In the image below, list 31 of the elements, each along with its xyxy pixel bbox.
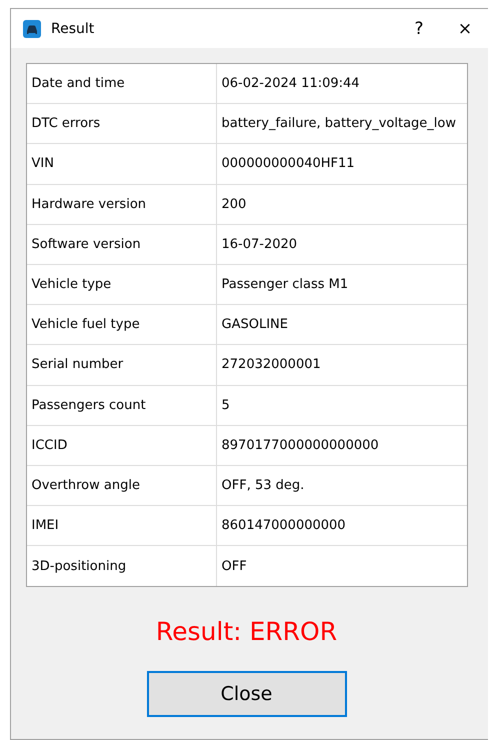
help-button[interactable]: ?: [396, 9, 442, 48]
table-cell: battery_failure, battery_voltage_low: [216, 104, 466, 144]
table-cell: 06-02-2024 11:09:44: [216, 64, 466, 104]
table-cell: Vehicle type: [26, 264, 216, 306]
table-cell: 3D-positioning: [26, 546, 216, 586]
table-cell: Overthrow angle: [26, 466, 216, 506]
window-title: Result: [51, 20, 96, 36]
table-cell: GASOLINE: [216, 305, 466, 346]
table-cell: VIN: [26, 144, 216, 185]
table-cell: 272032000001: [216, 345, 466, 386]
table-cell: 8970177000000000000: [216, 426, 466, 466]
table-cell: IMEI: [26, 506, 216, 546]
table-cell: Vehicle fuel type: [26, 305, 216, 346]
table-cell: Serial number: [26, 345, 216, 386]
table-cell: 200: [216, 184, 466, 225]
table-cell: 860147000000000: [216, 506, 466, 546]
table-cell: ICCID: [26, 426, 216, 466]
car-icon: [23, 20, 41, 38]
result-status: Result: ERROR: [156, 617, 338, 646]
close-button[interactable]: Close: [146, 671, 346, 718]
table-cell: DTC errors: [26, 104, 216, 144]
table-cell: 16-07-2020: [216, 224, 466, 265]
table-cell-text: OFF: [220, 558, 248, 576]
table-cell: Hardware version: [26, 184, 216, 225]
table-cell: Date and time: [26, 64, 216, 104]
table-cell: 5: [216, 386, 466, 426]
table-cell: Passenger class M1: [216, 264, 466, 306]
table-cell: 000000000040HF11: [216, 144, 466, 185]
table-cell: OFF, 53 deg.: [216, 466, 466, 506]
table-cell: Software version: [26, 224, 216, 265]
table-cell: Passengers count: [26, 386, 216, 426]
